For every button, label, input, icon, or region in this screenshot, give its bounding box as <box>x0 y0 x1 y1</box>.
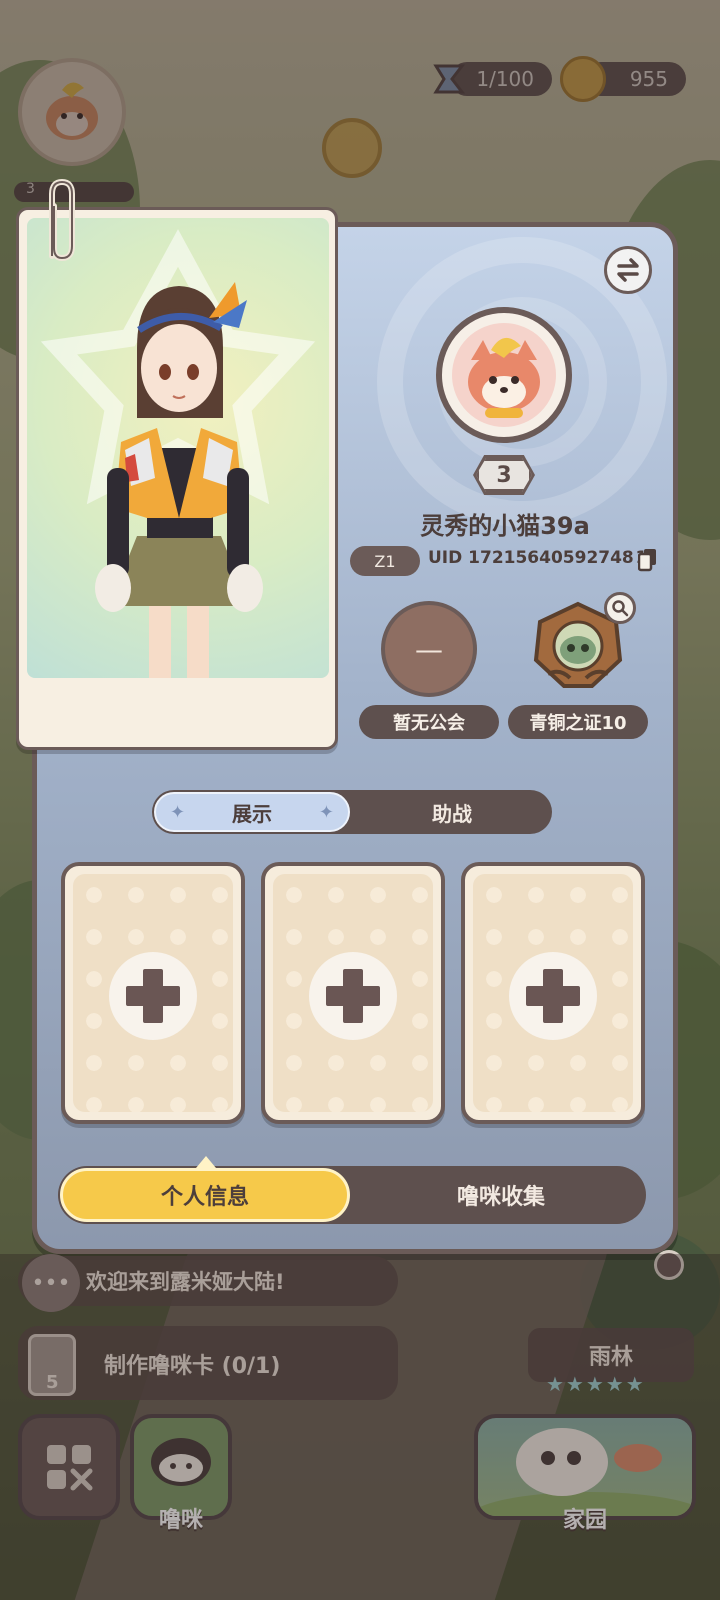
profile-avatar[interactable] <box>436 307 572 443</box>
showcase-slot-1[interactable] <box>61 862 245 1124</box>
guild-label: 暂无公会 <box>359 705 499 739</box>
switch-button[interactable] <box>604 246 652 294</box>
player-nickname: 灵秀的小猫39a <box>420 512 590 540</box>
player-uid: UID 17215640592748 1 <box>428 548 648 568</box>
tab-collection[interactable]: 噜咪收集 <box>358 1168 644 1222</box>
guild-emblem[interactable]: — <box>381 601 477 697</box>
level-badge: 3 <box>476 458 532 492</box>
menu-button[interactable] <box>18 1414 120 1520</box>
character-photo-card[interactable] <box>16 207 338 750</box>
level-value: 3 <box>496 462 512 488</box>
plus-icon <box>509 952 597 1040</box>
chat-bubble-icon[interactable]: ••• <box>22 1254 80 1312</box>
tab-assist-label: 助战 <box>432 801 472 826</box>
tab-assist[interactable]: 助战 <box>352 792 552 832</box>
biome-stars: ★★★★★ <box>546 1372 646 1396</box>
chat-message: 欢迎来到露米娅大陆! <box>86 1270 285 1294</box>
tab-personal-info[interactable]: 个人信息 <box>60 1168 350 1222</box>
badge-label: 青铜之证10 <box>508 705 648 739</box>
biome-name: 雨林 <box>588 1345 633 1370</box>
tab-display[interactable]: ✦ 展示 ✦ <box>154 792 350 832</box>
tab-collection-label: 噜咪收集 <box>456 1185 545 1210</box>
home-label: 家园 <box>562 1508 607 1533</box>
pet-label: 噜咪 <box>158 1508 203 1533</box>
paperclip-icon <box>40 176 80 266</box>
magnify-icon[interactable] <box>604 592 636 624</box>
copy-icon[interactable] <box>637 548 658 572</box>
grid-menu-icon <box>47 1445 93 1491</box>
tab-personal-info-label: 个人信息 <box>160 1185 249 1210</box>
server-tag: Z1 <box>350 546 420 576</box>
showcase-slot-2[interactable] <box>261 862 445 1124</box>
character-portrait <box>27 218 329 678</box>
plus-icon <box>109 952 197 1040</box>
task-card-count: 5 <box>46 1372 59 1393</box>
plus-icon <box>309 952 397 1040</box>
task-label: 制作噜咪卡 (0/1) <box>104 1354 281 1379</box>
showcase-slot-3[interactable] <box>461 862 645 1124</box>
swap-arrows-icon <box>617 258 639 282</box>
guild-symbol: — <box>415 632 443 666</box>
character-illustration <box>40 229 316 678</box>
tab-display-label: 展示 <box>232 801 272 826</box>
fox-avatar-icon <box>452 323 556 427</box>
clock-icon[interactable] <box>654 1250 684 1280</box>
